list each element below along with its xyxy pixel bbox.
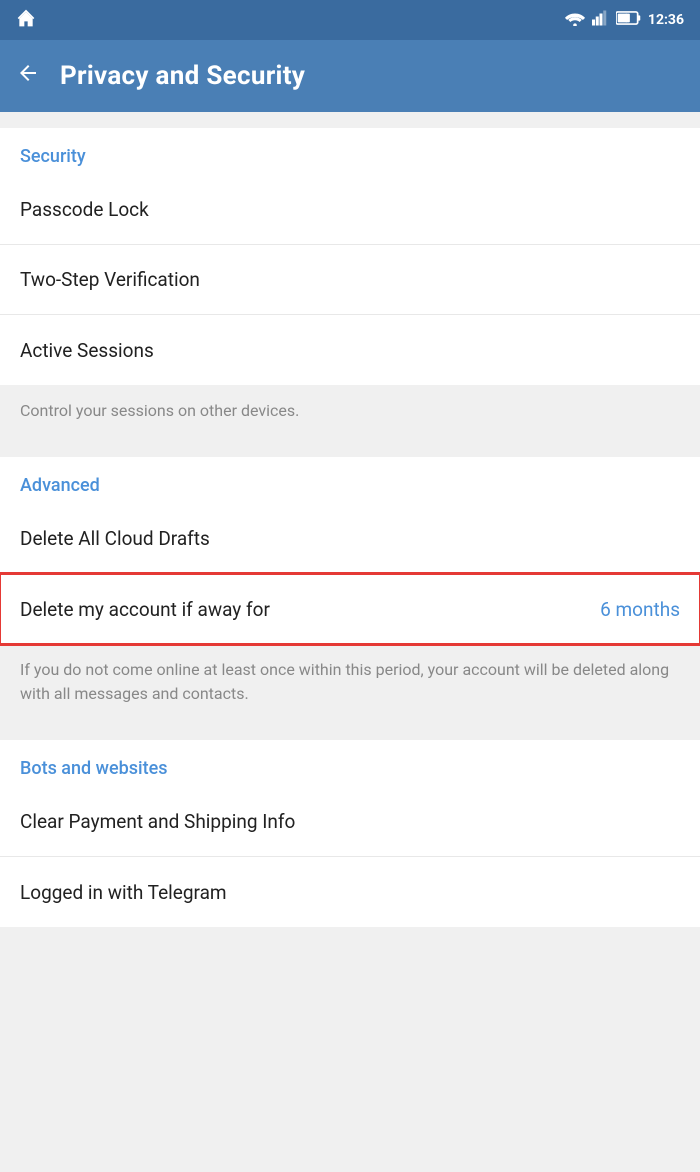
gap-before-security — [0, 112, 700, 128]
passcode-lock-item[interactable]: Passcode Lock — [0, 175, 700, 245]
logged-in-telegram-label: Logged in with Telegram — [20, 881, 227, 904]
top-bar: Privacy and Security — [0, 40, 700, 112]
gap-after-bots — [0, 927, 700, 943]
two-step-verification-label: Two-Step Verification — [20, 268, 200, 291]
wifi-icon — [564, 10, 586, 30]
time-display: 12:36 — [648, 12, 684, 28]
bots-section-header: Bots and websites — [0, 740, 700, 787]
status-bar-right-icons: 12:36 — [564, 10, 684, 30]
content-area: Security Passcode Lock Two-Step Verifica… — [0, 112, 700, 943]
security-section-header: Security — [0, 128, 700, 175]
page-title: Privacy and Security — [60, 61, 305, 91]
delete-account-item[interactable]: Delete my account if away for 6 months — [0, 574, 700, 644]
gap-before-bots — [0, 724, 700, 740]
clear-payment-item[interactable]: Clear Payment and Shipping Info — [0, 787, 700, 857]
active-sessions-label: Active Sessions — [20, 339, 154, 362]
delete-cloud-drafts-item[interactable]: Delete All Cloud Drafts — [0, 504, 700, 574]
delete-cloud-drafts-label: Delete All Cloud Drafts — [20, 527, 210, 550]
status-bar: 12:36 — [0, 0, 700, 40]
signal-icon — [592, 10, 610, 30]
bots-section: Bots and websites Clear Payment and Ship… — [0, 740, 700, 927]
back-button[interactable] — [16, 61, 40, 91]
passcode-lock-label: Passcode Lock — [20, 198, 149, 221]
delete-account-label: Delete my account if away for — [20, 598, 270, 621]
battery-icon — [616, 11, 642, 29]
advanced-section-header: Advanced — [0, 457, 700, 504]
two-step-verification-item[interactable]: Two-Step Verification — [0, 245, 700, 315]
status-bar-left-icon — [16, 8, 36, 33]
gap-before-advanced — [0, 441, 700, 457]
active-sessions-item[interactable]: Active Sessions — [0, 315, 700, 385]
logged-in-telegram-item[interactable]: Logged in with Telegram — [0, 857, 700, 927]
clear-payment-label: Clear Payment and Shipping Info — [20, 810, 295, 833]
advanced-description: If you do not come online at least once … — [0, 644, 700, 724]
security-description: Control your sessions on other devices. — [0, 385, 700, 441]
advanced-section: Advanced Delete All Cloud Drafts Delete … — [0, 457, 700, 644]
delete-account-value: 6 months — [600, 598, 680, 621]
security-section: Security Passcode Lock Two-Step Verifica… — [0, 128, 700, 385]
